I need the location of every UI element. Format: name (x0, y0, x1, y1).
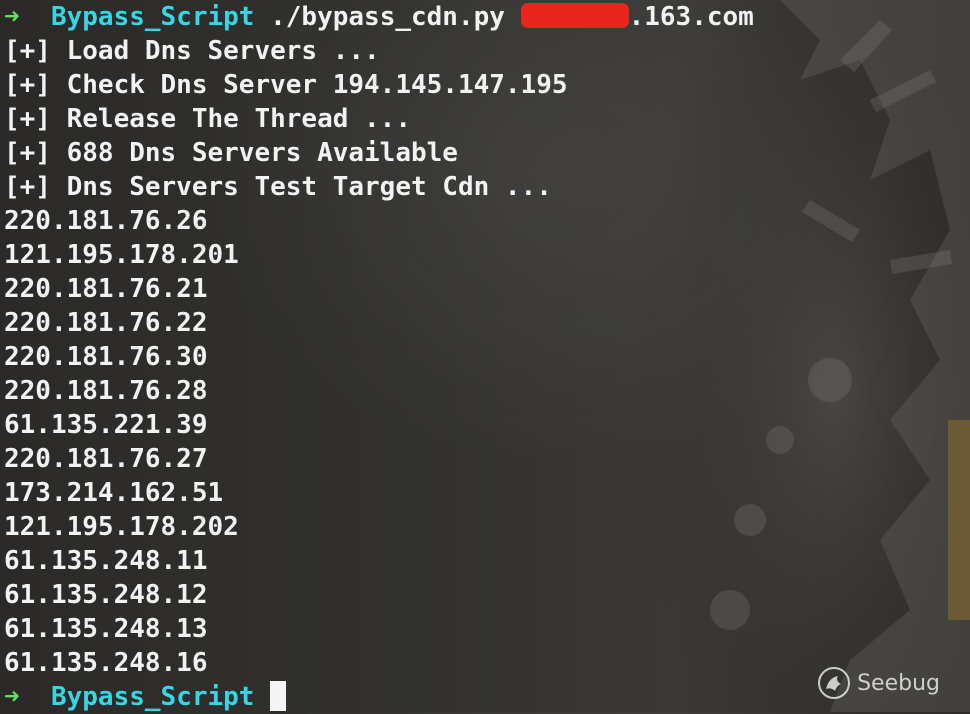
command-line: ➜ Bypass_Script ./bypass_cdn.py .163.com (4, 0, 754, 34)
ip-result-line: 220.181.76.26 (4, 206, 208, 236)
seebug-logo-icon (818, 667, 851, 699)
prompt-directory: Bypass_Script (50, 2, 255, 32)
watermark-text: Seebug (857, 670, 940, 696)
output-line: [+] Dns Servers Test Target Cdn ... (4, 172, 552, 202)
ip-result-line: 61.135.221.39 (4, 410, 208, 440)
seebug-watermark: Seebug (817, 666, 940, 700)
ip-result-line: 61.135.248.16 (4, 648, 208, 678)
ip-result-line: 220.181.76.28 (4, 376, 208, 406)
redacted-domain (520, 3, 629, 28)
ip-result-line: 121.195.178.201 (4, 240, 239, 270)
ip-result-line: 220.181.76.21 (4, 274, 208, 304)
ip-result-line: 220.181.76.22 (4, 308, 208, 338)
prompt-arrow-icon: ➜ (4, 2, 20, 32)
ip-result-line: 121.195.178.202 (4, 512, 239, 542)
output-line: [+] 688 Dns Servers Available (4, 138, 458, 168)
prompt-arrow-icon: ➜ (4, 682, 20, 712)
output-line: [+] Load Dns Servers ... (4, 36, 380, 66)
ip-result-line: 220.181.76.27 (4, 444, 208, 474)
command-program: ./bypass_cdn.py (270, 2, 505, 32)
output-line: [+] Check Dns Server 194.145.147.195 (4, 70, 568, 100)
terminal-output: ➜ Bypass_Script ./bypass_cdn.py .163.com… (4, 0, 754, 714)
ip-result-line: 61.135.248.11 (4, 546, 208, 576)
ip-result-line: 220.181.76.30 (4, 342, 208, 372)
ip-result-line: 61.135.248.12 (4, 580, 208, 610)
terminal-cursor[interactable] (270, 680, 287, 711)
ip-result-line: 61.135.248.13 (4, 614, 208, 644)
output-line: [+] Release The Thread ... (4, 104, 411, 134)
prompt-directory: Bypass_Script (50, 682, 255, 712)
ip-result-line: 173.214.162.51 (4, 478, 224, 508)
prompt-line[interactable]: ➜ Bypass_Script (4, 680, 754, 714)
command-argument-suffix: .163.com (628, 2, 754, 32)
